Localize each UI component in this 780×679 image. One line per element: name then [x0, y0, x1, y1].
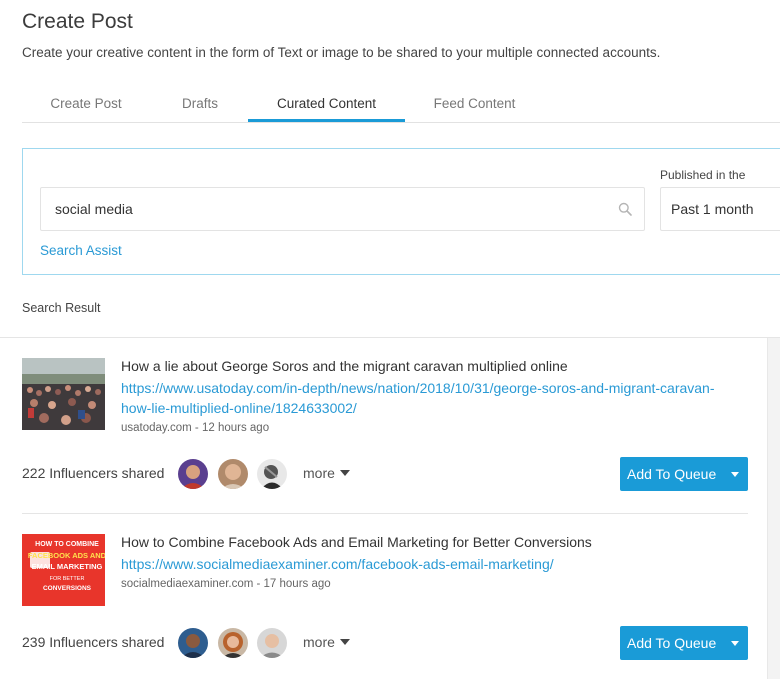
- svg-text:EMAIL MARKETING: EMAIL MARKETING: [32, 562, 103, 571]
- influencer-count: 239: [22, 634, 46, 650]
- search-box: [40, 187, 645, 231]
- search-result-label: Search Result: [22, 301, 101, 315]
- svg-text:HOW TO COMBINE: HOW TO COMBINE: [35, 541, 99, 548]
- article-link[interactable]: https://www.socialmediaexaminer.com/face…: [121, 554, 721, 574]
- list-item: How a lie about George Soros and the mig…: [22, 358, 748, 498]
- more-dropdown[interactable]: more: [303, 465, 350, 481]
- list-item: HOW TO COMBINE FACEBOOK ADS AND EMAIL MA…: [22, 534, 748, 664]
- influencer-label: Influencers shared: [49, 634, 165, 650]
- influencers-shared: 222 Influencers shared: [22, 465, 164, 481]
- search-input[interactable]: [41, 188, 611, 230]
- published-label: Published in the: [660, 168, 746, 182]
- article-link[interactable]: https://www.usatoday.com/in-depth/news/n…: [121, 378, 721, 418]
- article-meta: socialmediaexaminer.com - 17 hours ago: [121, 578, 331, 590]
- tab-create-post[interactable]: Create Post: [22, 91, 150, 123]
- article-title[interactable]: How to Combine Facebook Ads and Email Ma…: [121, 534, 592, 550]
- svg-text:CONVERSIONS: CONVERSIONS: [43, 585, 92, 592]
- more-dropdown[interactable]: more: [303, 634, 350, 650]
- influencer-label: Influencers shared: [49, 465, 165, 481]
- avatar[interactable]: [257, 628, 287, 658]
- tab-drafts[interactable]: Drafts: [150, 91, 250, 123]
- avatar[interactable]: [178, 459, 208, 489]
- published-select[interactable]: Past 1 month: [660, 187, 780, 231]
- divider: [0, 337, 780, 338]
- chevron-down-icon[interactable]: [731, 472, 739, 477]
- svg-text:FOR BETTER: FOR BETTER: [50, 576, 85, 582]
- caret-down-icon: [339, 470, 350, 476]
- article-meta: usatoday.com - 12 hours ago: [121, 422, 270, 434]
- more-label: more: [303, 634, 335, 650]
- page-title: Create Post: [22, 10, 133, 33]
- result-footer: 222 Influencers shared more Add To Queue: [22, 457, 748, 491]
- result-footer: 239 Influencers shared more Add To Queue: [22, 626, 748, 660]
- tab-bar: Create Post Drafts Curated Content Feed …: [22, 91, 780, 123]
- chevron-down-icon[interactable]: [731, 641, 739, 646]
- add-to-queue-button[interactable]: Add To Queue: [620, 457, 748, 491]
- avatar[interactable]: [178, 628, 208, 658]
- svg-text:FACEBOOK ADS AND: FACEBOOK ADS AND: [28, 551, 105, 560]
- avatar[interactable]: [218, 459, 248, 489]
- influencers-shared: 239 Influencers shared: [22, 634, 164, 650]
- article-title[interactable]: How a lie about George Soros and the mig…: [121, 358, 568, 374]
- divider: [22, 513, 748, 514]
- active-tab-indicator: [248, 119, 405, 122]
- avatar[interactable]: [218, 628, 248, 658]
- search-panel: Published in the Past 1 month Search Ass…: [22, 148, 780, 275]
- tab-feed-content[interactable]: Feed Content: [403, 91, 546, 123]
- influencer-count: 222: [22, 465, 46, 481]
- more-label: more: [303, 465, 335, 481]
- page-subtitle: Create your creative content in the form…: [22, 45, 661, 60]
- add-to-queue-label: Add To Queue: [627, 466, 717, 482]
- search-assist-link[interactable]: Search Assist: [40, 243, 122, 258]
- article-thumbnail[interactable]: HOW TO COMBINE FACEBOOK ADS AND EMAIL MA…: [22, 534, 105, 606]
- caret-down-icon: [339, 639, 350, 645]
- search-icon[interactable]: [618, 202, 632, 216]
- scrollbar[interactable]: [767, 338, 780, 679]
- article-thumbnail[interactable]: [22, 358, 105, 430]
- add-to-queue-label: Add To Queue: [627, 635, 717, 651]
- add-to-queue-button[interactable]: Add To Queue: [620, 626, 748, 660]
- avatar[interactable]: [257, 459, 287, 489]
